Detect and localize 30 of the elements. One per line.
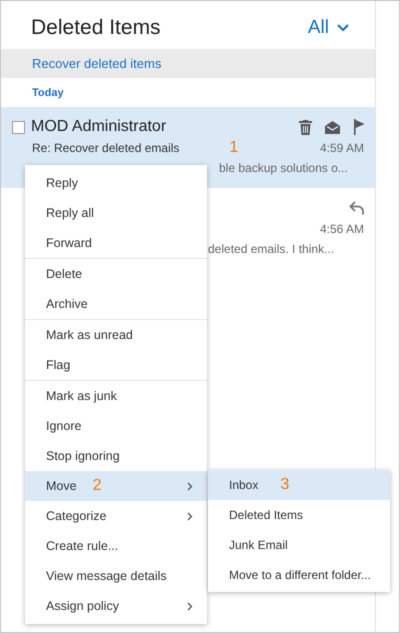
- menu-item-label: Inbox: [229, 478, 258, 492]
- menu-item-label: Move: [46, 479, 77, 493]
- annotation-number: 3: [280, 476, 290, 494]
- menu-item-label: Stop ignoring: [46, 449, 120, 463]
- menu-item-label: Mark as unread: [46, 328, 133, 342]
- message-subject: Re: Recover deleted emails: [32, 141, 180, 155]
- menu-item-label: Reply: [46, 176, 78, 190]
- menu-item-label: Flag: [46, 358, 70, 372]
- menu-item-label: Archive: [46, 297, 88, 311]
- message-time: 4:56 AM: [320, 222, 365, 236]
- message-preview: ble backup solutions o...: [219, 161, 348, 175]
- group-label: Today: [31, 86, 65, 101]
- message-preview: deleted emails. I think...: [208, 242, 334, 256]
- menu-item-label: Ignore: [46, 419, 82, 433]
- menu-item-label: Create rule...: [46, 539, 118, 553]
- menu-item-label: Delete: [46, 267, 82, 281]
- annotation-number: 1: [229, 139, 238, 157]
- menu-item-label: Reply all: [46, 206, 94, 220]
- folder-title: Deleted Items: [31, 16, 162, 40]
- menu-item-label: Junk Email: [229, 538, 288, 552]
- menu-item-label: Move to a different folder...: [229, 568, 371, 582]
- menu-item-label: Deleted Items: [229, 508, 304, 522]
- menu-item-label: Assign policy: [46, 599, 119, 613]
- annotation-number: 2: [92, 477, 102, 495]
- menu-item-label: Mark as junk: [46, 389, 117, 403]
- sender-name: MOD Administrator: [31, 118, 166, 136]
- message-time: 4:59 AM: [320, 141, 365, 155]
- menu-item-label: View message details: [46, 569, 167, 583]
- menu-item-label: Forward: [46, 236, 92, 250]
- menu-item-label: Categorize: [46, 509, 106, 523]
